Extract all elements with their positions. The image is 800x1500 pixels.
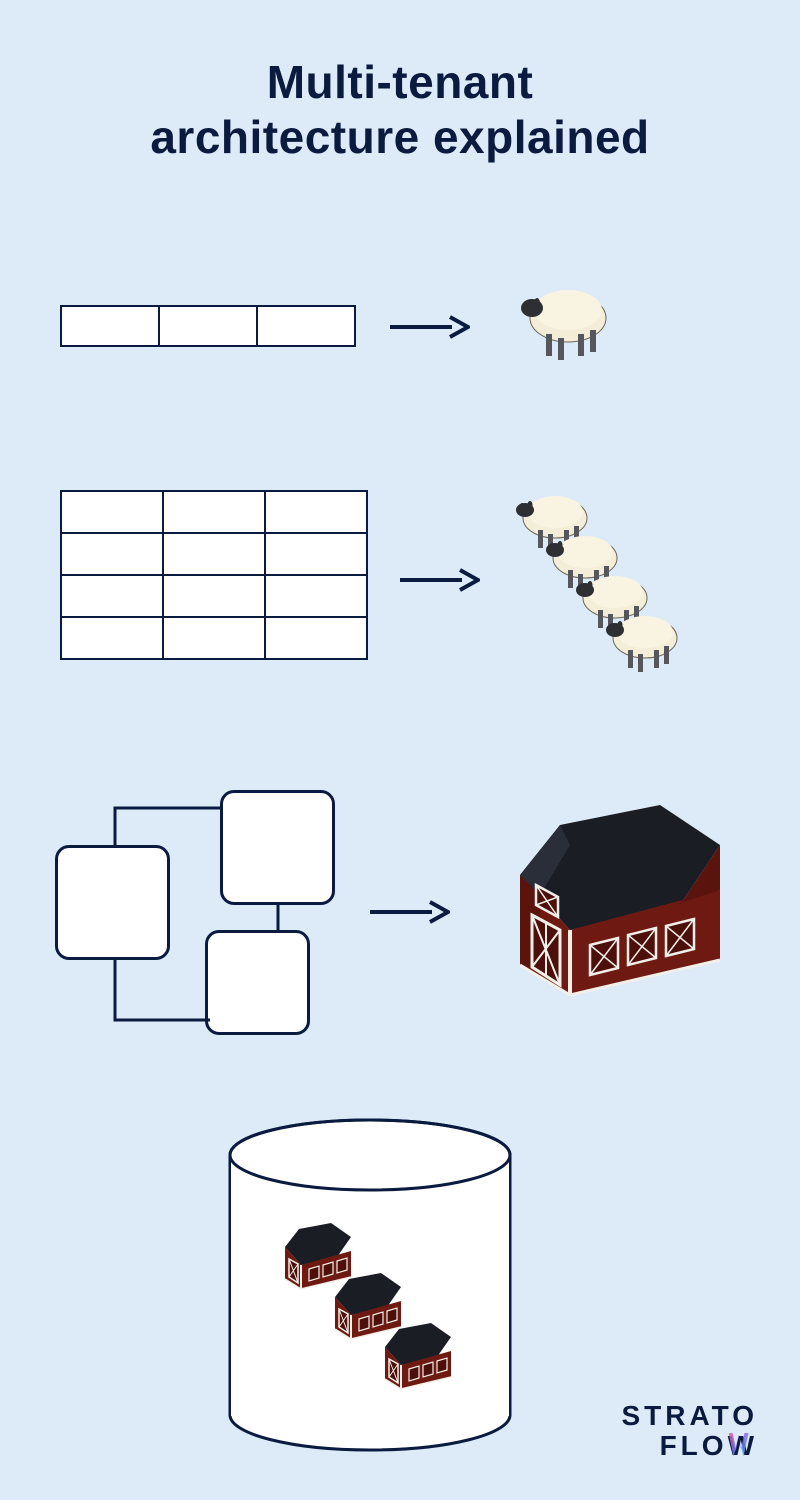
barn-icon — [460, 795, 760, 1025]
arrow-icon — [370, 900, 450, 924]
stratoflow-logo: STRATO FLOW — [621, 1401, 758, 1460]
page-title: Multi-tenant architecture explained — [0, 0, 800, 165]
arrow-icon — [400, 568, 480, 592]
logo-line-1: STRATO — [621, 1401, 758, 1430]
record-row-icon — [60, 305, 356, 347]
title-line-2: architecture explained — [150, 111, 649, 163]
title-line-1: Multi-tenant — [267, 56, 534, 108]
schema-connectors-icon — [50, 790, 350, 1050]
database-cylinder-icon — [225, 1120, 515, 1450]
sheep-flock-icon — [480, 480, 760, 710]
table-icon — [60, 490, 368, 660]
sheep-icon — [510, 270, 620, 370]
arrow-icon — [390, 315, 470, 339]
logo-line-2: FLOW — [621, 1431, 758, 1460]
